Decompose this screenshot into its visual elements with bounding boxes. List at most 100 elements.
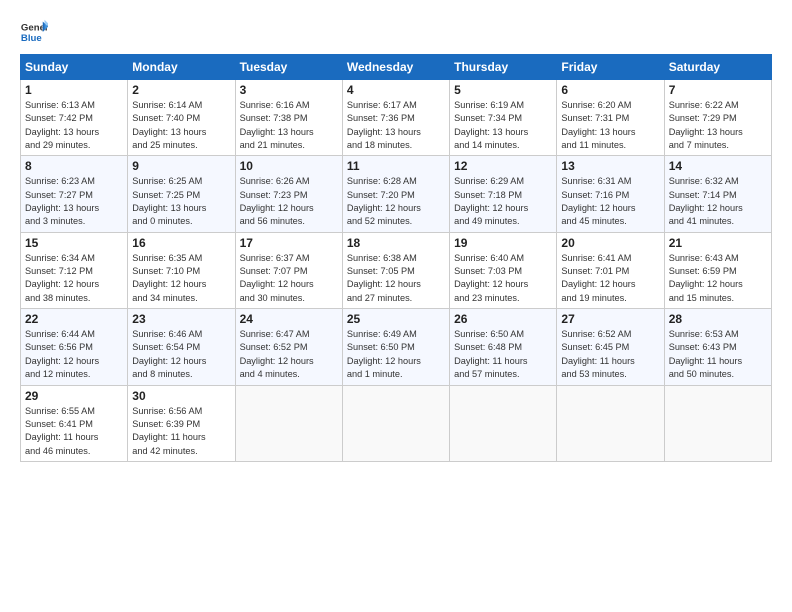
day-info: Sunrise: 6:53 AMSunset: 6:43 PMDaylight:… (669, 328, 767, 381)
day-number: 1 (25, 83, 123, 97)
day-number: 2 (132, 83, 230, 97)
day-info: Sunrise: 6:49 AMSunset: 6:50 PMDaylight:… (347, 328, 445, 381)
day-info: Sunrise: 6:38 AMSunset: 7:05 PMDaylight:… (347, 252, 445, 305)
day-number: 30 (132, 389, 230, 403)
day-info: Sunrise: 6:34 AMSunset: 7:12 PMDaylight:… (25, 252, 123, 305)
day-number: 17 (240, 236, 338, 250)
calendar-cell: 9 Sunrise: 6:25 AMSunset: 7:25 PMDaylight… (128, 156, 235, 232)
day-number: 9 (132, 159, 230, 173)
day-info: Sunrise: 6:13 AMSunset: 7:42 PMDaylight:… (25, 99, 123, 152)
calendar-week-row: 1 Sunrise: 6:13 AMSunset: 7:42 PMDaylight… (21, 80, 772, 156)
day-number: 12 (454, 159, 552, 173)
day-info: Sunrise: 6:40 AMSunset: 7:03 PMDaylight:… (454, 252, 552, 305)
weekday-header-saturday: Saturday (664, 55, 771, 80)
calendar-cell: 26 Sunrise: 6:50 AMSunset: 6:48 PMDayligh… (450, 309, 557, 385)
day-info: Sunrise: 6:28 AMSunset: 7:20 PMDaylight:… (347, 175, 445, 228)
day-info: Sunrise: 6:20 AMSunset: 7:31 PMDaylight:… (561, 99, 659, 152)
day-number: 7 (669, 83, 767, 97)
day-info: Sunrise: 6:55 AMSunset: 6:41 PMDaylight:… (25, 405, 123, 458)
calendar-cell: 22Sunrise: 6:44 AMSunset: 6:56 PMDayligh… (21, 309, 128, 385)
day-number: 19 (454, 236, 552, 250)
day-info: Sunrise: 6:44 AMSunset: 6:56 PMDaylight:… (25, 328, 123, 381)
calendar-cell: 7 Sunrise: 6:22 AMSunset: 7:29 PMDaylight… (664, 80, 771, 156)
calendar-cell: 29 Sunrise: 6:55 AMSunset: 6:41 PMDayligh… (21, 385, 128, 461)
calendar-cell: 3Sunrise: 6:16 AMSunset: 7:38 PMDaylight… (235, 80, 342, 156)
calendar-cell: 30 Sunrise: 6:56 AMSunset: 6:39 PMDayligh… (128, 385, 235, 461)
weekday-header-tuesday: Tuesday (235, 55, 342, 80)
calendar-cell: 17 Sunrise: 6:37 AMSunset: 7:07 PMDayligh… (235, 232, 342, 308)
day-info: Sunrise: 6:31 AMSunset: 7:16 PMDaylight:… (561, 175, 659, 228)
day-number: 5 (454, 83, 552, 97)
day-number: 4 (347, 83, 445, 97)
day-number: 11 (347, 159, 445, 173)
day-info: Sunrise: 6:29 AMSunset: 7:18 PMDaylight:… (454, 175, 552, 228)
day-info: Sunrise: 6:22 AMSunset: 7:29 PMDaylight:… (669, 99, 767, 152)
weekday-header-monday: Monday (128, 55, 235, 80)
weekday-header-sunday: Sunday (21, 55, 128, 80)
day-number: 21 (669, 236, 767, 250)
calendar-cell: 24 Sunrise: 6:47 AMSunset: 6:52 PMDayligh… (235, 309, 342, 385)
calendar-cell (235, 385, 342, 461)
day-number: 25 (347, 312, 445, 326)
day-info: Sunrise: 6:52 AMSunset: 6:45 PMDaylight:… (561, 328, 659, 381)
calendar-cell: 11 Sunrise: 6:28 AMSunset: 7:20 PMDayligh… (342, 156, 449, 232)
day-info: Sunrise: 6:35 AMSunset: 7:10 PMDaylight:… (132, 252, 230, 305)
day-info: Sunrise: 6:41 AMSunset: 7:01 PMDaylight:… (561, 252, 659, 305)
day-number: 29 (25, 389, 123, 403)
day-number: 26 (454, 312, 552, 326)
day-number: 6 (561, 83, 659, 97)
calendar-cell: 27 Sunrise: 6:52 AMSunset: 6:45 PMDayligh… (557, 309, 664, 385)
calendar-week-row: 15 Sunrise: 6:34 AMSunset: 7:12 PMDayligh… (21, 232, 772, 308)
day-number: 10 (240, 159, 338, 173)
day-number: 14 (669, 159, 767, 173)
day-number: 20 (561, 236, 659, 250)
calendar-cell (450, 385, 557, 461)
calendar-cell: 25 Sunrise: 6:49 AMSunset: 6:50 PMDayligh… (342, 309, 449, 385)
day-number: 24 (240, 312, 338, 326)
day-info: Sunrise: 6:25 AMSunset: 7:25 PMDaylight:… (132, 175, 230, 228)
calendar-week-row: 22Sunrise: 6:44 AMSunset: 6:56 PMDayligh… (21, 309, 772, 385)
day-info: Sunrise: 6:56 AMSunset: 6:39 PMDaylight:… (132, 405, 230, 458)
calendar-cell: 10 Sunrise: 6:26 AMSunset: 7:23 PMDayligh… (235, 156, 342, 232)
day-info: Sunrise: 6:50 AMSunset: 6:48 PMDaylight:… (454, 328, 552, 381)
calendar-cell: 1 Sunrise: 6:13 AMSunset: 7:42 PMDaylight… (21, 80, 128, 156)
weekday-header-row: SundayMondayTuesdayWednesdayThursdayFrid… (21, 55, 772, 80)
day-info: Sunrise: 6:23 AMSunset: 7:27 PMDaylight:… (25, 175, 123, 228)
day-info: Sunrise: 6:17 AMSunset: 7:36 PMDaylight:… (347, 99, 445, 152)
day-info: Sunrise: 6:46 AMSunset: 6:54 PMDaylight:… (132, 328, 230, 381)
day-number: 18 (347, 236, 445, 250)
calendar-week-row: 8Sunrise: 6:23 AMSunset: 7:27 PMDaylight… (21, 156, 772, 232)
weekday-header-thursday: Thursday (450, 55, 557, 80)
calendar-cell: 19 Sunrise: 6:40 AMSunset: 7:03 PMDayligh… (450, 232, 557, 308)
day-info: Sunrise: 6:19 AMSunset: 7:34 PMDaylight:… (454, 99, 552, 152)
weekday-header-wednesday: Wednesday (342, 55, 449, 80)
calendar-cell (342, 385, 449, 461)
calendar-cell: 5 Sunrise: 6:19 AMSunset: 7:34 PMDaylight… (450, 80, 557, 156)
calendar-cell: 21 Sunrise: 6:43 AMSunset: 6:59 PMDayligh… (664, 232, 771, 308)
calendar-cell: 16 Sunrise: 6:35 AMSunset: 7:10 PMDayligh… (128, 232, 235, 308)
day-number: 23 (132, 312, 230, 326)
logo: General Blue (20, 18, 54, 46)
day-info: Sunrise: 6:47 AMSunset: 6:52 PMDaylight:… (240, 328, 338, 381)
calendar-page: General Blue SundayMondayTuesdayWednesda… (0, 0, 792, 612)
calendar-cell: 6 Sunrise: 6:20 AMSunset: 7:31 PMDaylight… (557, 80, 664, 156)
calendar-cell: 13Sunrise: 6:31 AMSunset: 7:16 PMDayligh… (557, 156, 664, 232)
day-info: Sunrise: 6:16 AMSunset: 7:38 PMDaylight:… (240, 99, 338, 152)
day-number: 27 (561, 312, 659, 326)
calendar-table: SundayMondayTuesdayWednesdayThursdayFrid… (20, 54, 772, 462)
day-info: Sunrise: 6:26 AMSunset: 7:23 PMDaylight:… (240, 175, 338, 228)
calendar-cell (664, 385, 771, 461)
day-info: Sunrise: 6:43 AMSunset: 6:59 PMDaylight:… (669, 252, 767, 305)
calendar-cell: 12 Sunrise: 6:29 AMSunset: 7:18 PMDayligh… (450, 156, 557, 232)
day-number: 15 (25, 236, 123, 250)
calendar-cell: 14Sunrise: 6:32 AMSunset: 7:14 PMDayligh… (664, 156, 771, 232)
day-info: Sunrise: 6:37 AMSunset: 7:07 PMDaylight:… (240, 252, 338, 305)
day-number: 16 (132, 236, 230, 250)
calendar-cell: 2Sunrise: 6:14 AMSunset: 7:40 PMDaylight… (128, 80, 235, 156)
calendar-week-row: 29 Sunrise: 6:55 AMSunset: 6:41 PMDayligh… (21, 385, 772, 461)
svg-text:Blue: Blue (21, 33, 42, 44)
logo-icon: General Blue (20, 18, 48, 46)
calendar-cell: 15 Sunrise: 6:34 AMSunset: 7:12 PMDayligh… (21, 232, 128, 308)
calendar-cell: 23 Sunrise: 6:46 AMSunset: 6:54 PMDayligh… (128, 309, 235, 385)
calendar-cell: 4 Sunrise: 6:17 AMSunset: 7:36 PMDaylight… (342, 80, 449, 156)
